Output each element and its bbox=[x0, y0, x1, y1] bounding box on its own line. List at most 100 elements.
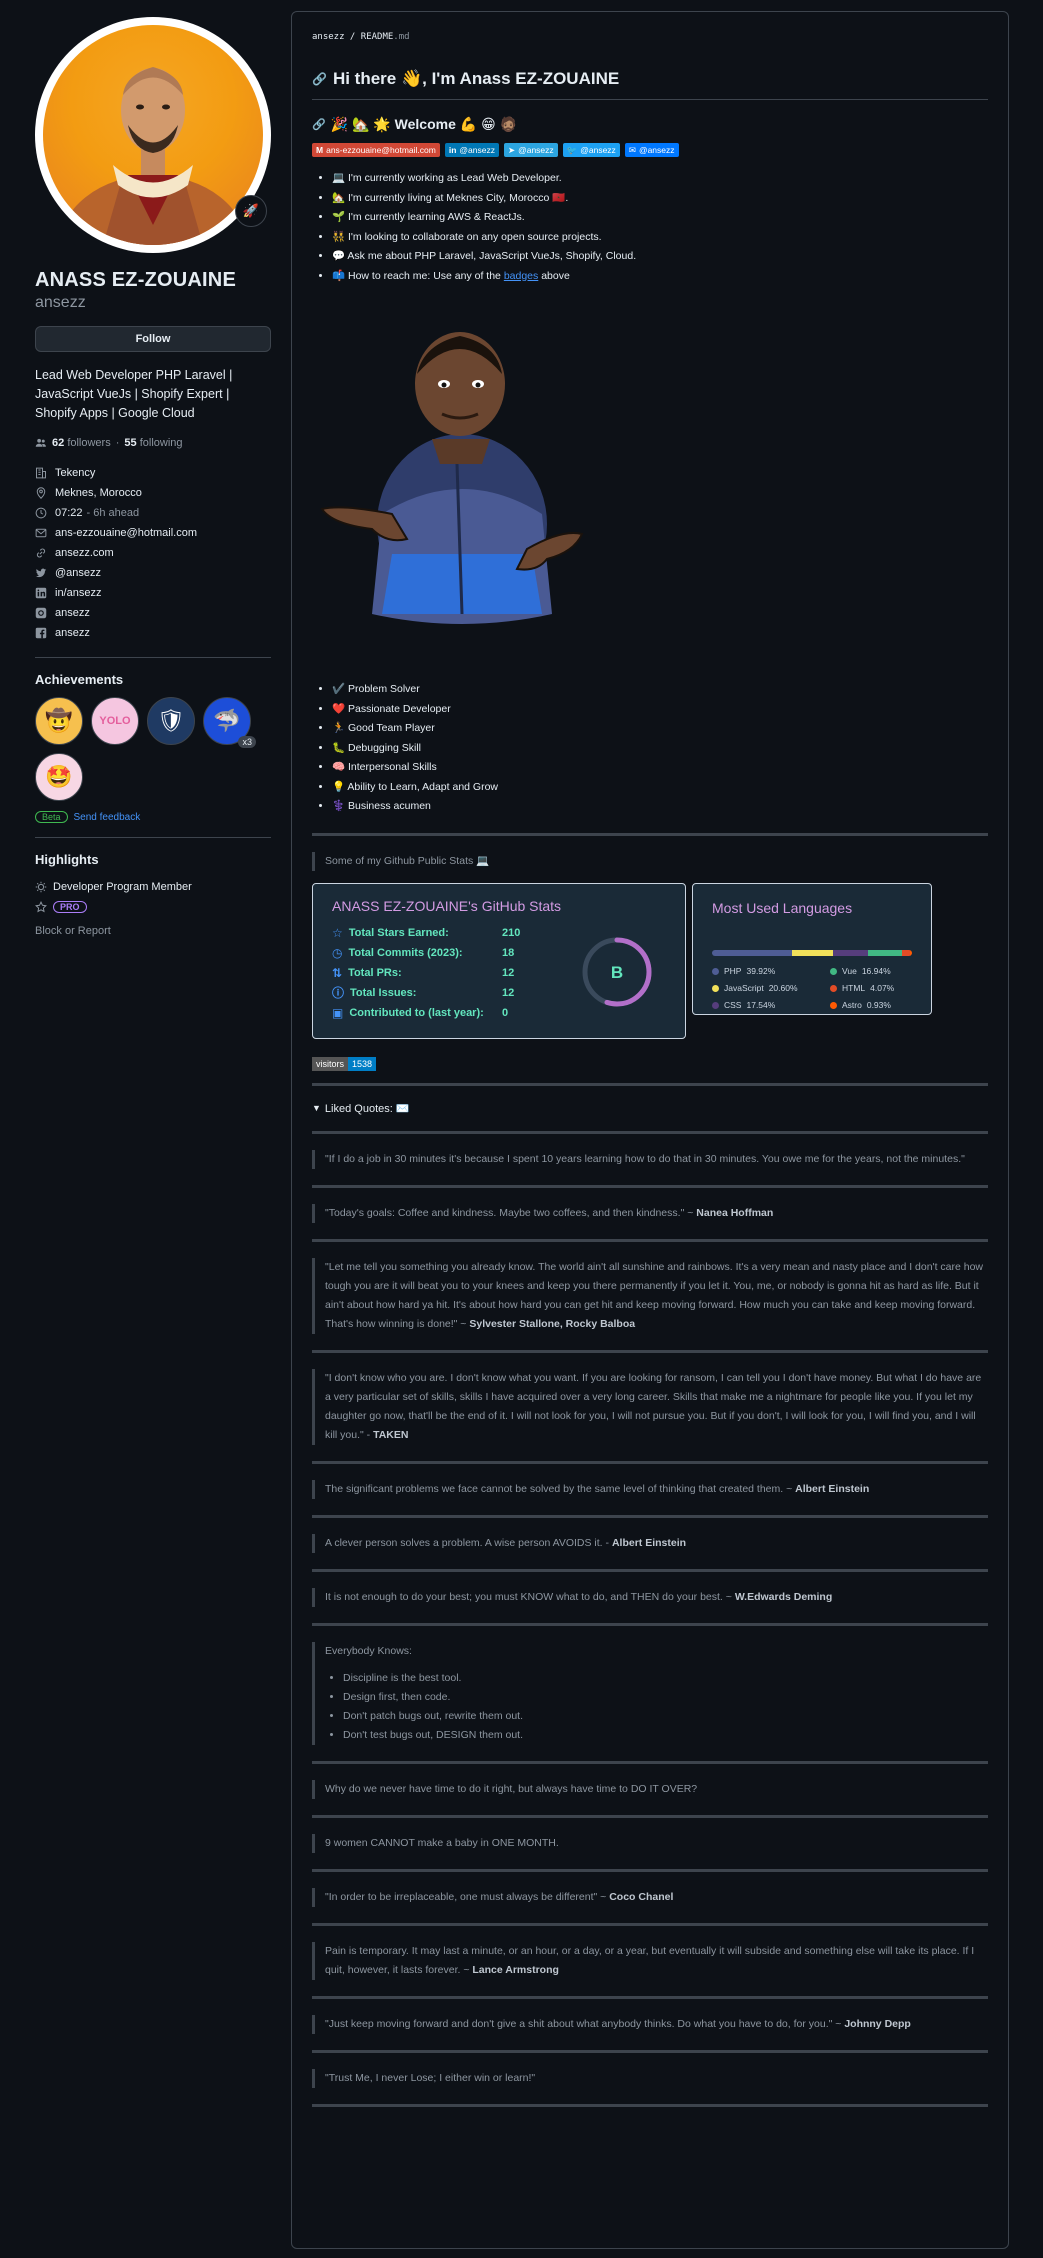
language-percent: 39.92% bbox=[746, 966, 776, 976]
telegram-icon: ➤ bbox=[507, 144, 516, 155]
stat-label: Total Issues: bbox=[350, 986, 417, 999]
stat-label: Contributed to (last year): bbox=[349, 1006, 484, 1019]
detail-website[interactable]: ansezz.com bbox=[35, 543, 271, 563]
horizontal-rule bbox=[312, 1922, 988, 1926]
quotes-summary-toggle[interactable]: ▼ Liked Quotes: ✉️ bbox=[312, 1102, 988, 1115]
skill-item: ❤️ Passionate Developer bbox=[332, 700, 988, 720]
quote-blockquote: Pain is temporary. It may last a minute,… bbox=[312, 1941, 988, 1980]
detail-linkedin[interactable]: in/ansezz bbox=[35, 583, 271, 603]
readme-content: 🔗 Hi there 👋, I'm Anass EZ-ZOUAINE 🔗 🎉 🏡… bbox=[312, 57, 988, 2123]
rank-letter: B bbox=[611, 963, 623, 982]
location-text: Meknes, Morocco bbox=[55, 487, 142, 499]
quote-author: Albert Einstein bbox=[795, 1482, 870, 1495]
quote-author: Coco Chanel bbox=[609, 1890, 674, 1903]
stat-row: ◷ Total Commits (2023): 18 bbox=[332, 943, 520, 963]
yolo-icon: YOLO bbox=[99, 715, 131, 727]
instagram-link[interactable]: ansezz bbox=[55, 607, 90, 619]
facebook-link[interactable]: ansezz bbox=[55, 627, 90, 639]
language-bar-segment bbox=[712, 949, 792, 956]
facebook-icon bbox=[35, 627, 47, 639]
following-link[interactable]: 55 following bbox=[124, 437, 182, 449]
rank-ring: B bbox=[582, 937, 652, 1006]
social-badge[interactable]: Mans-ezzouaine@hotmail.com bbox=[312, 143, 440, 157]
detail-email[interactable]: ans-ezzouaine@hotmail.com bbox=[35, 523, 271, 543]
stat-value: 18 bbox=[502, 946, 515, 959]
language-name: HTML bbox=[842, 983, 866, 993]
quotes-section: "If I do a job in 30 minutes it's becaus… bbox=[312, 1130, 988, 1607]
follow-button[interactable]: Follow bbox=[35, 326, 271, 352]
intro-item: 💻 I'm currently working as Lead Web Deve… bbox=[332, 169, 988, 189]
social-badge[interactable]: ➤ @ansezz bbox=[503, 143, 558, 157]
send-feedback-link[interactable]: Send feedback bbox=[74, 812, 141, 823]
language-percent: 16.94% bbox=[861, 966, 891, 976]
horizontal-rule bbox=[312, 1868, 988, 1872]
skill-item: 🐛 Debugging Skill bbox=[332, 739, 988, 759]
star-icon: ☆ bbox=[332, 925, 343, 940]
everybody-knows-list: Discipline is the best tool. Design firs… bbox=[325, 1669, 988, 1745]
visitors-label: visitors bbox=[312, 1056, 349, 1071]
linkedin-link[interactable]: in/ansezz bbox=[55, 587, 101, 599]
skill-item: 🏃 Good Team Player bbox=[332, 719, 988, 739]
block-or-report-link[interactable]: Block or Report bbox=[35, 925, 271, 937]
stat-row: ▣ Contributed to (last year): 0 bbox=[332, 1003, 520, 1023]
website-link[interactable]: ansezz.com bbox=[55, 547, 114, 559]
breadcrumb-file: README bbox=[360, 32, 394, 42]
quote-blockquote: It is not enough to do your best; you mu… bbox=[312, 1587, 988, 1607]
horizontal-rule bbox=[312, 1514, 988, 1518]
badges-link[interactable]: badges bbox=[504, 270, 538, 282]
achievement-pull-shark-badge[interactable]: 🦈 x3 bbox=[203, 697, 256, 748]
breadcrumb-user[interactable]: ansezz bbox=[312, 32, 345, 42]
detail-instagram[interactable]: ansezz bbox=[35, 603, 271, 623]
detail-facebook[interactable]: ansezz bbox=[35, 623, 271, 643]
language-percent: 20.60% bbox=[768, 983, 798, 993]
followers-label: followers bbox=[67, 437, 111, 449]
stat-label-group: ☆ Total Stars Earned: bbox=[332, 926, 502, 940]
horizontal-rule bbox=[312, 1814, 988, 1818]
set-status-button[interactable]: 🚀 bbox=[235, 195, 267, 227]
languages-card-title: Most Used Languages bbox=[712, 899, 853, 916]
language-name: Astro bbox=[842, 1000, 862, 1010]
quote-text: "Let me tell you something you already k… bbox=[325, 1260, 984, 1330]
social-badge[interactable]: in @ansezz bbox=[444, 143, 499, 157]
achievement-quickdraw-badge[interactable]: 🛡 bbox=[147, 697, 195, 745]
quote-text: The significant problems we face cannot … bbox=[325, 1482, 796, 1495]
github-stats-card[interactable]: ANASS EZ-ZOUAINE's GitHub Stats ☆ Total S… bbox=[312, 882, 686, 1039]
quote-blockquote: "Today's goals: Coffee and kindness. May… bbox=[312, 1203, 988, 1223]
people-icon bbox=[35, 437, 47, 449]
repo-icon: ▣ bbox=[332, 1005, 344, 1020]
detail-twitter[interactable]: @ansezz bbox=[35, 563, 271, 583]
quote-text: Pain is temporary. It may last a minute,… bbox=[325, 1944, 975, 1976]
intro-reach-text: 📫 How to reach me: Use any of the bbox=[332, 269, 504, 282]
issue-icon: ⓘ bbox=[332, 986, 345, 1000]
anchor-link-icon[interactable]: 🔗 bbox=[312, 118, 326, 131]
gmail-icon: M bbox=[316, 145, 324, 155]
languages-card[interactable]: Most Used Languages PHP 39.92% Vue 16.94% Ja… bbox=[692, 882, 932, 1015]
horizontal-rule bbox=[312, 1568, 988, 1572]
readme-title-heading: 🔗 Hi there 👋, I'm Anass EZ-ZOUAINE bbox=[312, 69, 988, 100]
stat-value: 0 bbox=[502, 1006, 509, 1019]
language-name: CSS bbox=[724, 1000, 742, 1010]
achievement-yolo-badge[interactable]: YOLO bbox=[91, 697, 139, 745]
highlight-developer-program[interactable]: Developer Program Member bbox=[35, 877, 271, 897]
achievement-tier-badge: x3 bbox=[238, 736, 256, 748]
quote-text: Why do we never have time to do it right… bbox=[325, 1782, 698, 1795]
quote-blockquote: "Just keep moving forward and don't give… bbox=[312, 2014, 988, 2034]
everybody-knows-item: Discipline is the best tool. bbox=[343, 1669, 988, 1688]
email-link[interactable]: ans-ezzouaine@hotmail.com bbox=[55, 527, 197, 539]
horizontal-rule bbox=[312, 1995, 988, 1999]
twitter-link[interactable]: @ansezz bbox=[55, 567, 101, 579]
stat-label-group: ▣ Contributed to (last year): bbox=[332, 1006, 502, 1020]
achievements-heading[interactable]: Achievements bbox=[35, 672, 271, 687]
social-badge[interactable]: ✉ @ansezz bbox=[624, 143, 679, 157]
achievement-starstruck-badge[interactable]: 🤩 bbox=[35, 753, 83, 801]
languages-legend: PHP 39.92% Vue 16.94% JavaScript 20.60% HTML 4.… bbox=[712, 963, 922, 1014]
skills-list: ✔️ Problem Solver ❤️ Passionate Develope… bbox=[312, 680, 988, 817]
quote-blockquote: "If I do a job in 30 minutes it's becaus… bbox=[312, 1149, 988, 1169]
social-badge[interactable]: 🐦 @ansezz bbox=[562, 143, 620, 157]
followers-link[interactable]: 62 followers bbox=[52, 437, 111, 449]
anchor-link-icon[interactable]: 🔗 bbox=[312, 72, 327, 86]
achievement-pair-extraordinaire-badge[interactable]: 🤠 bbox=[35, 697, 83, 745]
horizontal-rule bbox=[312, 832, 988, 836]
quote-author: W.Edwards Deming bbox=[734, 1590, 833, 1603]
language-color-dot bbox=[830, 984, 837, 992]
